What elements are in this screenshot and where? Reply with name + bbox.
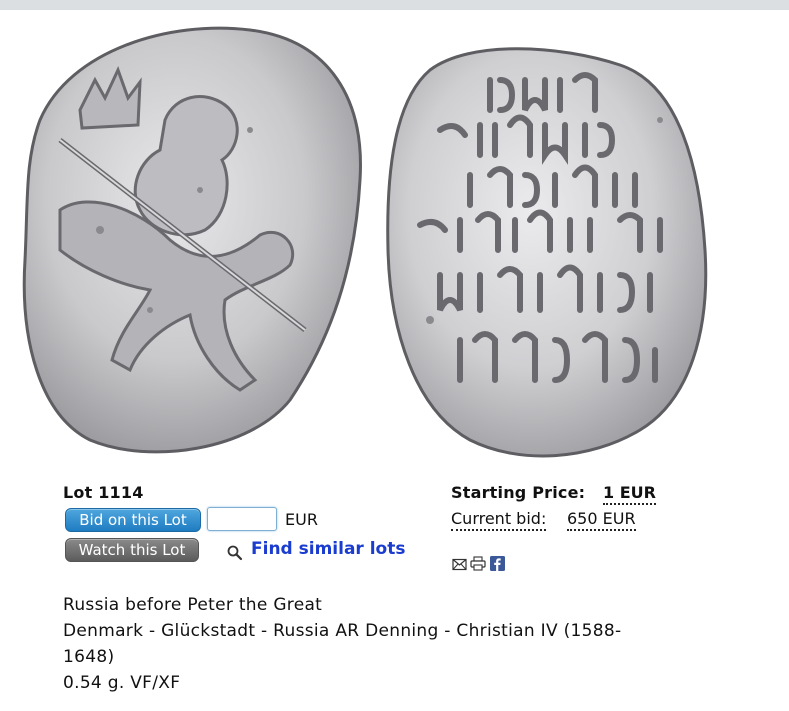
current-bid-label: Current bid:: [451, 509, 547, 531]
lot-title-line1: Denmark - Glückstadt - Russia AR Denning…: [63, 621, 622, 641]
starting-price-value: 1 EUR: [603, 483, 656, 505]
print-icon[interactable]: [470, 556, 486, 575]
coin-image: [22, 26, 708, 458]
bid-button[interactable]: Bid on this Lot: [65, 508, 201, 532]
email-icon[interactable]: [452, 556, 467, 575]
bid-currency-label: EUR: [285, 510, 318, 529]
current-bid-value: 650 EUR: [567, 509, 636, 531]
bid-amount-input[interactable]: [207, 507, 277, 531]
lot-number: Lot 1114: [63, 483, 144, 502]
search-icon[interactable]: [226, 544, 244, 562]
coin-reverse: [386, 47, 708, 458]
facebook-icon[interactable]: [490, 556, 505, 575]
lot-details: 0.54 g. VF/XF: [63, 673, 181, 693]
starting-price-label: Starting Price:: [451, 483, 586, 502]
coin-obverse: [22, 26, 362, 454]
lot-category: Russia before Peter the Great: [63, 595, 323, 615]
find-similar-link[interactable]: Find similar lots: [251, 539, 405, 559]
watch-button[interactable]: Watch this Lot: [65, 538, 199, 562]
top-bar: [0, 0, 789, 10]
lot-description: Russia before Peter the Great Denmark - …: [63, 592, 683, 696]
lot-title-line2: 1648): [63, 647, 115, 667]
